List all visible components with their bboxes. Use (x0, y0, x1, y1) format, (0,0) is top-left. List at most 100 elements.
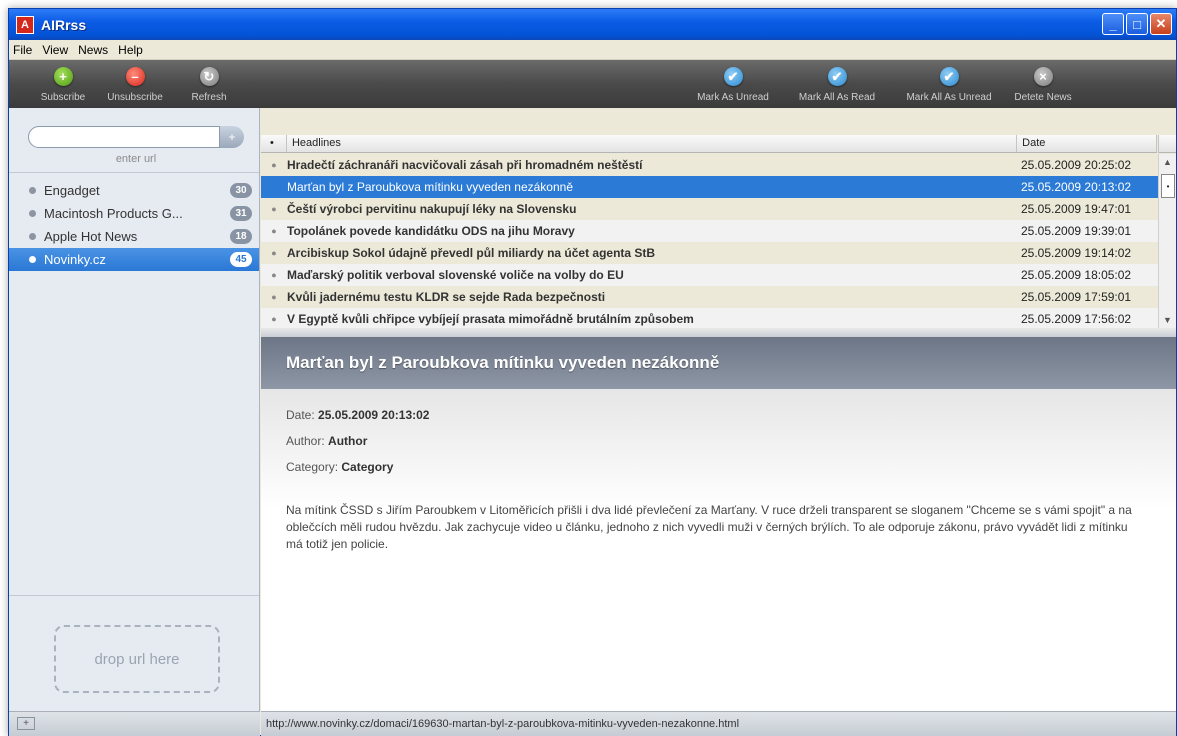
feed-name: Novinky.cz (44, 252, 106, 267)
feed-item-macintosh-products[interactable]: Macintosh Products G... 31 (9, 202, 259, 225)
article-title: Marťan byl z Paroubkova mítinku vyveden … (261, 337, 1176, 389)
mark-all-read-icon: ✔ (827, 67, 847, 86)
headline: Topolánek povede kandidátku ODS na jihu … (287, 224, 575, 238)
close-button[interactable]: ✕ (1150, 13, 1172, 35)
divider (9, 595, 259, 596)
maximize-button[interactable]: □ (1126, 13, 1148, 35)
date: 25.05.2009 19:14:02 (1021, 246, 1132, 260)
status-url[interactable]: http://www.novinky.cz/domaci/169630-mart… (266, 718, 739, 730)
scroll-thumb[interactable]: • (1161, 174, 1175, 198)
mark-all-unread-button[interactable]: ✔ Mark All As Unread (899, 60, 999, 108)
subscribe-label: Subscribe (40, 92, 86, 103)
unread-count-badge: 31 (230, 206, 252, 221)
enter-url-label: enter url (115, 153, 157, 165)
unread-count-badge: 18 (230, 229, 252, 244)
list-item[interactable]: ● Topolánek povede kandidátku ODS na jihu… (261, 220, 1158, 242)
delete-news-button[interactable]: × Detete News (1005, 60, 1081, 108)
subscribe-button[interactable]: + Subscribe (30, 60, 96, 108)
unread-bullet-icon: ● (271, 314, 277, 324)
feed-item-novinky[interactable]: Novinky.cz 45 (9, 248, 259, 271)
url-input[interactable] (28, 126, 220, 148)
minimize-button[interactable]: _ (1102, 13, 1124, 35)
add-feed-icon[interactable]: + (17, 717, 35, 730)
bullet-icon (29, 187, 36, 194)
divider (9, 172, 259, 173)
headline: Marťan byl z Paroubkova mítinku vyveden … (287, 180, 573, 194)
mark-unread-icon: ✔ (723, 67, 743, 86)
mark-as-unread-label: Mark As Unread (697, 92, 769, 103)
drop-url-label: drop url here (94, 650, 180, 668)
mark-all-read-label: Mark All As Read (798, 92, 876, 103)
category-label: Category: (286, 460, 339, 474)
feed-name: Engadget (44, 183, 100, 198)
list-item[interactable]: ● Hradečtí záchranáři nacvičovali zásah p… (261, 154, 1158, 176)
url-entry: + (28, 126, 244, 148)
scroll-down-icon[interactable]: ▼ (1159, 312, 1176, 328)
scroll-up-icon[interactable]: ▲ (1159, 154, 1176, 170)
drop-url-zone[interactable]: drop url here (54, 625, 220, 693)
list-item[interactable]: ● Čeští výrobci pervitinu nakupují léky n… (261, 198, 1158, 220)
app-window: A AIRrss _ □ ✕ File View News Help + Sub… (8, 8, 1177, 736)
headline: Kvůli jadernému testu KLDR se sejde Rada… (287, 290, 606, 304)
date: 25.05.2009 19:47:01 (1021, 202, 1132, 216)
unread-bullet-icon: ● (271, 160, 277, 170)
refresh-button[interactable]: ↻ Refresh (186, 60, 232, 108)
list-item-selected[interactable]: Marťan byl z Paroubkova mítinku vyveden … (261, 176, 1158, 198)
app-icon: A (16, 15, 34, 34)
headlines-scrollbar[interactable]: ▲ • ▼ (1158, 154, 1176, 328)
article-panel: Date: 25.05.2009 20:13:02 Author: Author… (261, 389, 1176, 711)
article-date-line: Date: 25.05.2009 20:13:02 (286, 402, 1176, 428)
menu-news[interactable]: News (78, 43, 108, 57)
menu-view[interactable]: View (42, 43, 68, 57)
list-item[interactable]: ● V Egyptě kvůli chřipce vybíjejí prasata… (261, 308, 1158, 328)
date-label: Date: (286, 408, 315, 422)
unread-count-badge: 45 (230, 252, 252, 267)
window-title: AIRrss (41, 16, 87, 33)
list-item[interactable]: ● Arcibiskup Sokol údajně převedl půl mil… (261, 242, 1158, 264)
column-read-status[interactable]: • (261, 135, 287, 152)
bullet-icon (29, 233, 36, 240)
headline: Hradečtí záchranáři nacvičovali zásah př… (287, 158, 643, 172)
menu-bar: File View News Help (9, 40, 1176, 60)
add-url-button[interactable]: + (220, 126, 244, 148)
menu-help[interactable]: Help (118, 43, 143, 57)
refresh-label: Refresh (191, 92, 227, 103)
bullet-icon (29, 210, 36, 217)
headline: Čeští výrobci pervitinu nakupují léky na… (287, 202, 577, 216)
headlines-header: • Headlines Date (261, 135, 1157, 153)
date: 25.05.2009 19:39:01 (1021, 224, 1132, 238)
title-bar[interactable]: A AIRrss _ □ ✕ (9, 9, 1176, 40)
date: 25.05.2009 17:56:02 (1021, 312, 1132, 326)
bullet-icon (29, 256, 36, 263)
column-date[interactable]: Date (1017, 135, 1157, 152)
article-category: Category (341, 460, 394, 474)
splitter[interactable] (261, 328, 1176, 337)
headline: Arcibiskup Sokol údajně převedl půl mili… (287, 246, 656, 260)
feed-item-apple-hot-news[interactable]: Apple Hot News 18 (9, 225, 259, 248)
delete-icon: × (1033, 67, 1053, 86)
feed-item-engadget[interactable]: Engadget 30 (9, 179, 259, 202)
unread-bullet-icon: ● (271, 292, 277, 302)
status-bar: http://www.novinky.cz/domaci/169630-mart… (261, 711, 1176, 736)
list-item[interactable]: ● Kvůli jadernému testu KLDR se sejde Rad… (261, 286, 1158, 308)
column-headlines[interactable]: Headlines (287, 135, 1018, 152)
date: 25.05.2009 20:25:02 (1021, 158, 1132, 172)
unsubscribe-button[interactable]: – Unsubscribe (100, 60, 170, 108)
date: 25.05.2009 17:59:01 (1021, 290, 1132, 304)
feed-name: Apple Hot News (44, 229, 138, 244)
unread-bullet-icon: ● (271, 270, 277, 280)
unread-bullet-icon: ● (271, 248, 277, 258)
unread-count-badge: 30 (230, 183, 252, 198)
article-date: 25.05.2009 20:13:02 (318, 408, 430, 422)
unread-bullet-icon: ● (271, 204, 277, 214)
mark-all-unread-icon: ✔ (939, 67, 959, 86)
article-author: Author (328, 434, 368, 448)
header-corner (1158, 135, 1176, 153)
mark-all-read-button[interactable]: ✔ Mark All As Read (787, 60, 887, 108)
menu-file[interactable]: File (13, 43, 32, 57)
unsubscribe-label: Unsubscribe (107, 92, 163, 103)
feed-name: Macintosh Products G... (44, 206, 183, 221)
list-item[interactable]: ● Maďarský politik verboval slovenské vol… (261, 264, 1158, 286)
mark-as-unread-button[interactable]: ✔ Mark As Unread (685, 60, 781, 108)
plus-icon: + (53, 67, 73, 86)
